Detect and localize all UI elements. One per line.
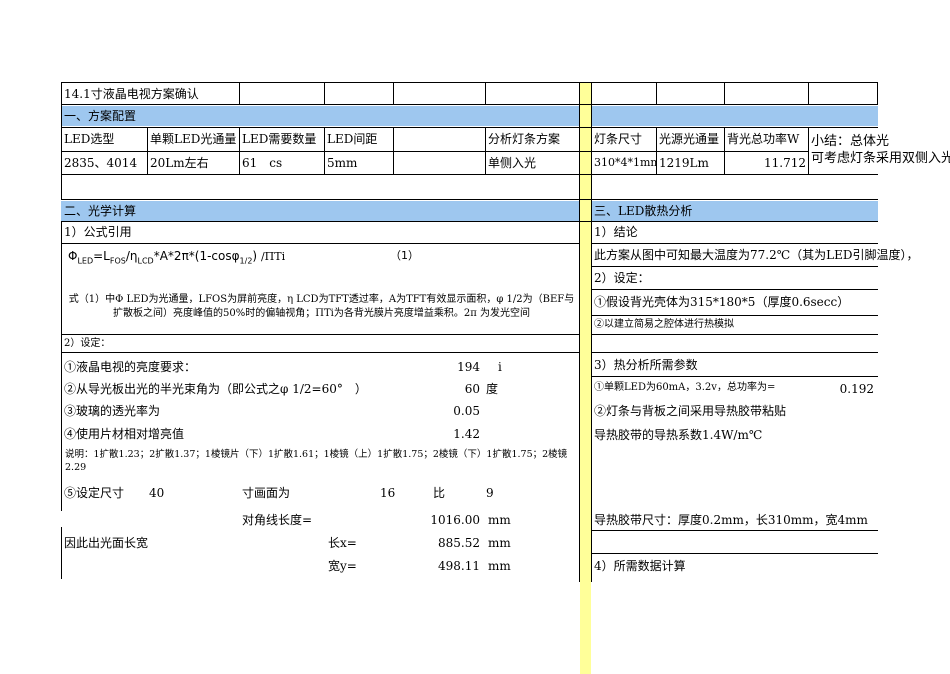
diagonal-value: 1016.00 xyxy=(430,513,480,527)
length-value: 885.52 xyxy=(438,536,480,550)
gridline xyxy=(591,243,878,244)
summary-line2: 可考虑灯条采用双侧入光 xyxy=(811,151,950,166)
col-header-led-type: LED选型 xyxy=(64,132,115,146)
gridline xyxy=(239,82,240,105)
page-title: 14.1寸液晶电视方案确认 xyxy=(64,87,199,101)
col-header-source-lumen: 光源光通量 xyxy=(659,132,720,146)
param1-value: 0.192 xyxy=(839,382,874,396)
separator-column xyxy=(580,82,591,674)
gridline xyxy=(591,376,878,377)
assume2: ②以建立简易之腔体进行热模拟 xyxy=(594,319,734,330)
col-header-power: 背光总功率W xyxy=(727,132,800,146)
gridline xyxy=(591,352,878,353)
gridline xyxy=(877,82,878,105)
conclusion-text: 此方案从图中可知最大温度为77.2℃（其为LED引脚温度）， xyxy=(594,248,919,262)
value-source-lumen: 1219Lm xyxy=(659,156,709,170)
gridline xyxy=(61,352,580,353)
setting-title: 2）设定： xyxy=(64,338,111,349)
gridline xyxy=(724,82,725,105)
param3: 导热胶带的导热系数1.4W/m℃ xyxy=(594,428,763,442)
length-label: 长x= xyxy=(328,536,357,550)
item-gain-label: ④使用片材相对增亮值 xyxy=(64,427,185,441)
gridline xyxy=(591,315,878,316)
gridline xyxy=(61,127,878,128)
item-brightness-value: 194 xyxy=(457,360,480,374)
width-unit: mm xyxy=(488,559,511,573)
value-led-pitch: 5mm xyxy=(327,156,358,170)
value-lumen: 20Lm左右 xyxy=(150,156,209,170)
gridline xyxy=(393,82,394,105)
section1-header-bg-right xyxy=(591,106,878,126)
heat-setting-title: 2）设定： xyxy=(594,271,650,285)
item-angle-label: ②从导光板出光的半光束角为（即公式之φ 1/2=60° ） xyxy=(64,382,367,396)
value-led-count: 61 cs xyxy=(242,156,283,170)
item-glass-label: ③玻璃的透光率为 xyxy=(64,404,161,418)
param1-label: ①单颗LED为60mA，3.2v，总功率为= xyxy=(594,382,776,393)
gridline xyxy=(61,82,878,83)
gridline xyxy=(591,553,878,554)
section2-header: 二、光学计算 xyxy=(64,204,137,218)
film-note: 说明：1扩散1.23；2扩散1.37；1棱镜片（下）1扩散1.61；1棱镜（上）… xyxy=(65,449,568,473)
gridline xyxy=(61,243,580,244)
gridline xyxy=(591,266,878,267)
gridline xyxy=(61,151,809,152)
size-label: ⑤设定尺寸 xyxy=(64,486,125,500)
tape-size: 导热胶带尺寸：厚度0.2mm，长310mm，宽4mm xyxy=(594,513,868,527)
gridline xyxy=(324,82,325,105)
col-header-led-pitch: LED间距 xyxy=(327,132,378,146)
gridline xyxy=(591,530,878,531)
diagonal-label: 对角线长度= xyxy=(242,513,313,527)
ratio-b: 9 xyxy=(486,486,494,500)
col-header-scheme: 分析灯条方案 xyxy=(488,132,561,146)
size-value: 40 xyxy=(149,486,165,500)
param2: ②灯条与背板之间采用导热胶带粘贴 xyxy=(594,404,787,418)
item-gain-value: 1.42 xyxy=(453,427,480,441)
formula-number: （1） xyxy=(390,249,419,262)
item-angle-value: 60 xyxy=(464,382,480,396)
col-header-led-count: LED需要数量 xyxy=(242,132,317,146)
formula: ΦLED=LFOS/ηLCD*A*2π*(1-cosφ1/2) /ΠTi xyxy=(68,249,286,266)
gridline xyxy=(579,82,580,582)
calc-title: 4）所需数据计算 xyxy=(594,559,686,573)
width-value: 498.11 xyxy=(438,559,480,573)
formula-description: 式（1）中Φ LED为光通量，LFOS为屏前亮度，η LCD为TFT透过率，A为… xyxy=(68,294,575,319)
gridline xyxy=(808,82,809,105)
gridline xyxy=(61,104,878,105)
section3-header: 三、LED散热分析 xyxy=(594,204,693,218)
col-header-bar-size: 灯条尺寸 xyxy=(594,132,643,146)
params-title: 3）热分析所需参数 xyxy=(594,358,698,372)
item-brightness-label: ①液晶电视的亮度要求： xyxy=(64,360,197,374)
col-header-lumen: 单颗LED光通量 xyxy=(150,132,237,146)
conclusion-title: 1）结论 xyxy=(594,225,638,239)
width-label: 宽y= xyxy=(328,559,357,573)
gridline xyxy=(61,334,580,335)
value-power: 11.712 xyxy=(764,156,806,170)
gridline xyxy=(656,82,657,105)
value-bar-size: 310*4*1mm xyxy=(594,156,656,169)
summary-line1: 小结：总体光 xyxy=(811,134,890,149)
gridline xyxy=(591,334,878,335)
gridline xyxy=(393,127,394,174)
item-glass-value: 0.05 xyxy=(453,404,480,418)
item-brightness-unit: i xyxy=(498,360,502,374)
item-angle-unit: 度 xyxy=(486,382,499,396)
area-label: 因此出光面长宽 xyxy=(64,536,149,550)
gridline xyxy=(591,289,878,290)
value-scheme: 单侧入光 xyxy=(488,156,537,170)
section1-header: 一、方案配置 xyxy=(64,109,137,123)
diagonal-unit: mm xyxy=(488,513,511,527)
length-unit: mm xyxy=(488,536,511,550)
gridline xyxy=(61,174,878,175)
gridline xyxy=(61,221,878,222)
assume1: ①假设背光壳体为315*180*5（厚度0.6secc） xyxy=(594,295,850,309)
ratio-a: 16 xyxy=(380,486,396,500)
value-led-type: 2835、4014 xyxy=(64,156,138,170)
ratio-label: 寸画面为 xyxy=(242,486,291,500)
gridline xyxy=(61,199,878,200)
gridline xyxy=(485,82,486,105)
formula-title: 1）公式引用 xyxy=(64,225,132,239)
ratio-word: 比 xyxy=(433,486,446,500)
